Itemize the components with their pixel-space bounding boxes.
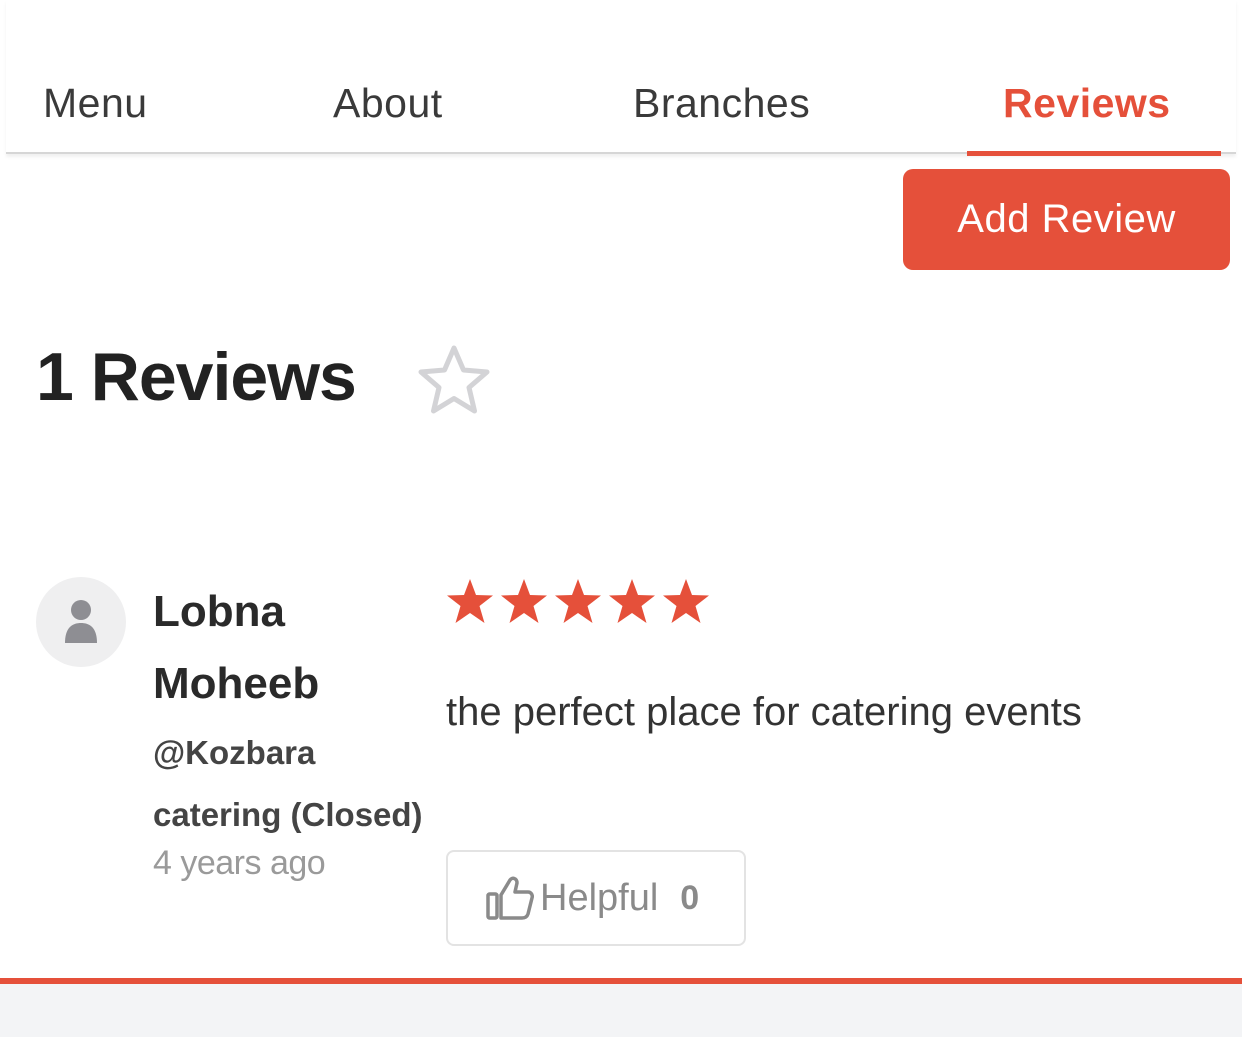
tab-bar: Menu About Branches Reviews [6,0,1236,154]
reviewer-branch: @Kozbara catering (Closed) [153,734,423,833]
star-filled-icon [663,579,709,623]
star-filled-icon [555,579,601,623]
tab-reviews[interactable]: Reviews [1003,78,1171,128]
active-tab-indicator [967,151,1221,156]
footer-area [0,984,1242,1037]
helpful-button[interactable]: Helpful 0 [446,850,746,946]
review-text: the perfect place for catering events [446,690,1082,734]
star-filled-icon [609,579,655,623]
page: Menu About Branches Reviews Add Review 1… [0,0,1242,1037]
helpful-count: 0 [680,878,700,917]
helpful-label: Helpful [540,876,659,919]
tab-about[interactable]: About [333,78,443,128]
reviews-count-title: 1 Reviews [36,339,357,415]
star-outline-icon[interactable] [416,344,492,416]
star-rating [446,578,710,624]
star-filled-icon [447,579,493,623]
add-review-button[interactable]: Add Review [903,169,1230,270]
avatar [36,577,126,667]
user-icon [65,600,97,643]
star-filled-icon [501,579,547,623]
tab-menu[interactable]: Menu [43,78,148,128]
thumbs-up-icon [486,876,534,920]
review-timestamp: 4 years ago [153,844,326,882]
reviewer-name: Lobna Moheeb [153,587,320,708]
tab-branches[interactable]: Branches [633,78,810,128]
